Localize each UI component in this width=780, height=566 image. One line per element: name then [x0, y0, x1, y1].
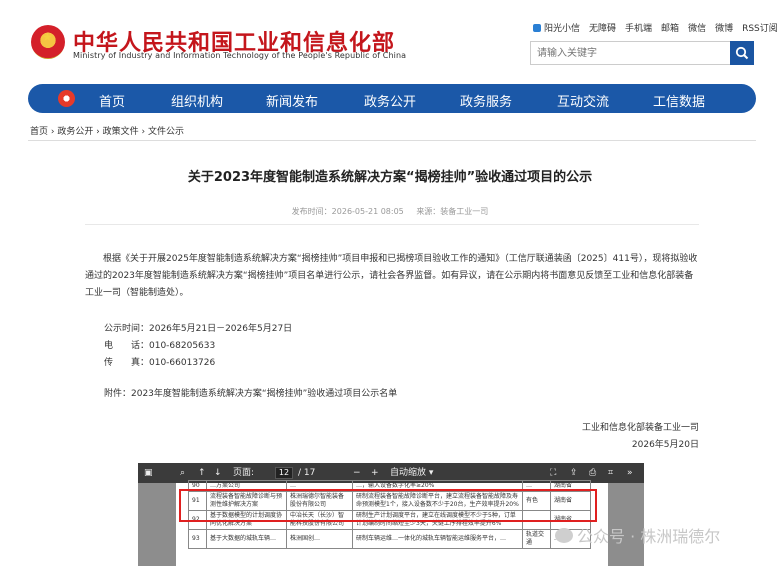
nav-gov-affairs[interactable]: 政务公开 — [364, 91, 416, 110]
page-number-input[interactable]: 12 — [275, 467, 293, 479]
open-file-icon[interactable]: ⇪ — [570, 468, 578, 478]
attachment-link[interactable]: 附件：2023年度智能制造系统解决方案“揭榜挂帅”验收通过项目公示名单 — [104, 386, 397, 399]
tools-icon[interactable]: » — [627, 468, 633, 478]
zoom-out-icon[interactable]: − — [353, 468, 361, 478]
search-input[interactable] — [531, 42, 731, 64]
table-cell: 株洲国创… — [286, 529, 353, 549]
next-page-icon[interactable]: ↓ — [214, 468, 222, 478]
article-meta: 发布时间：2026-05-21 08:05 来源：装备工业一司 — [0, 206, 780, 217]
top-links: 阳光小信 无障碍 手机端 邮箱 微信 微博 RSS订阅 — [533, 21, 778, 34]
find-icon[interactable]: ⌕ — [180, 468, 185, 478]
main-nav: 首页 组织机构 新闻发布 政务公开 政务服务 互动交流 工信数据 — [28, 84, 756, 113]
table-cell: 93 — [188, 529, 207, 549]
highlight-box — [179, 489, 597, 522]
nav-interaction[interactable]: 互动交流 — [557, 91, 609, 110]
article-body: 根据《关于开展2025年度智能制造系统解决方案“揭榜挂帅”项目申报和已揭榜项目验… — [85, 254, 698, 298]
top-link-mobile[interactable]: 手机端 — [625, 21, 652, 34]
page-total: / 17 — [298, 468, 316, 478]
publish-time: 发布时间：2026-05-21 08:05 — [291, 207, 404, 216]
top-link-accessibility[interactable]: 无障碍 — [589, 21, 616, 34]
print-icon[interactable]: ⎙ — [589, 468, 596, 478]
table-cell: 轨道交通 — [522, 529, 551, 549]
table-row: 93 基于大数据的城轨车辆… 株洲国创… 研制车辆运维…一体化的城轨车辆智能运维… — [188, 529, 591, 549]
nav-home[interactable]: 首页 — [99, 91, 125, 110]
search-icon — [735, 46, 749, 60]
watermark: 公众号 · 株洲瑞德尔 — [555, 523, 720, 547]
signature-org: 工业和信息化部装备工业一司 — [581, 423, 699, 433]
national-emblem-icon: ★ — [31, 25, 65, 59]
signature-date: 2026年5月20日 — [631, 440, 699, 450]
nav-news[interactable]: 新闻发布 — [266, 91, 318, 110]
pdf-viewer: ▣ ⌕ ↑ ↓ 页面: 12 / 17 − + 自动缩放 ▾ ⛶ ⇪ ⎙ ⌗ »… — [138, 463, 644, 566]
meta-divider — [85, 224, 699, 225]
site-subtitle: Ministry of Industry and Information Tec… — [73, 51, 407, 60]
wechat-logo-icon — [555, 527, 573, 543]
contact-fax: 传 真：010-66013726 — [104, 358, 216, 368]
table-cell: 研制车辆运维…一体化的城轨车辆智能运维服务平台，… — [352, 529, 523, 549]
site-header: ★ 中华人民共和国工业和信息化部 Ministry of Industry an… — [0, 0, 780, 80]
top-link-weibo[interactable]: 微博 — [715, 21, 733, 34]
breadcrumb[interactable]: 首页 › 政务公开 › 政策文件 › 文件公示 — [30, 124, 184, 137]
contact-phone: 电 话：010-68205633 — [104, 341, 216, 351]
home-logo-icon[interactable] — [58, 90, 75, 107]
table-cell: 基于大数据的城轨车辆… — [206, 529, 287, 549]
breadcrumb-divider — [28, 140, 756, 141]
zoom-in-icon[interactable]: + — [371, 468, 379, 478]
top-link-wechat[interactable]: 微信 — [688, 21, 706, 34]
watermark-text: 公众号 · 株洲瑞德尔 — [577, 527, 721, 546]
prev-page-icon[interactable]: ↑ — [198, 468, 206, 478]
notice-period: 公示时间：2026年5月21日－2026年5月27日 — [104, 324, 293, 334]
top-link-rss[interactable]: RSS订阅 — [742, 21, 778, 34]
nav-data[interactable]: 工信数据 — [653, 91, 705, 110]
zoom-select[interactable]: 自动缩放 ▾ — [390, 468, 433, 478]
article-title: 关于2023年度智能制造系统解决方案“揭榜挂帅”验收通过项目的公示 — [187, 170, 593, 185]
search-button[interactable] — [730, 41, 754, 65]
page-label: 页面: — [233, 468, 255, 478]
bookmark-icon[interactable]: ⌗ — [608, 468, 613, 478]
article-source: 来源：装备工业一司 — [416, 207, 489, 216]
nav-gov-services[interactable]: 政务服务 — [460, 91, 512, 110]
presentation-icon[interactable]: ⛶ — [550, 468, 556, 478]
search-box — [530, 41, 754, 65]
nav-organization[interactable]: 组织机构 — [171, 91, 223, 110]
top-link-sunshine[interactable]: 阳光小信 — [533, 21, 580, 34]
top-link-mail[interactable]: 邮箱 — [661, 21, 679, 34]
sidebar-toggle-icon[interactable]: ▣ — [144, 468, 153, 478]
sunshine-icon — [533, 23, 541, 32]
